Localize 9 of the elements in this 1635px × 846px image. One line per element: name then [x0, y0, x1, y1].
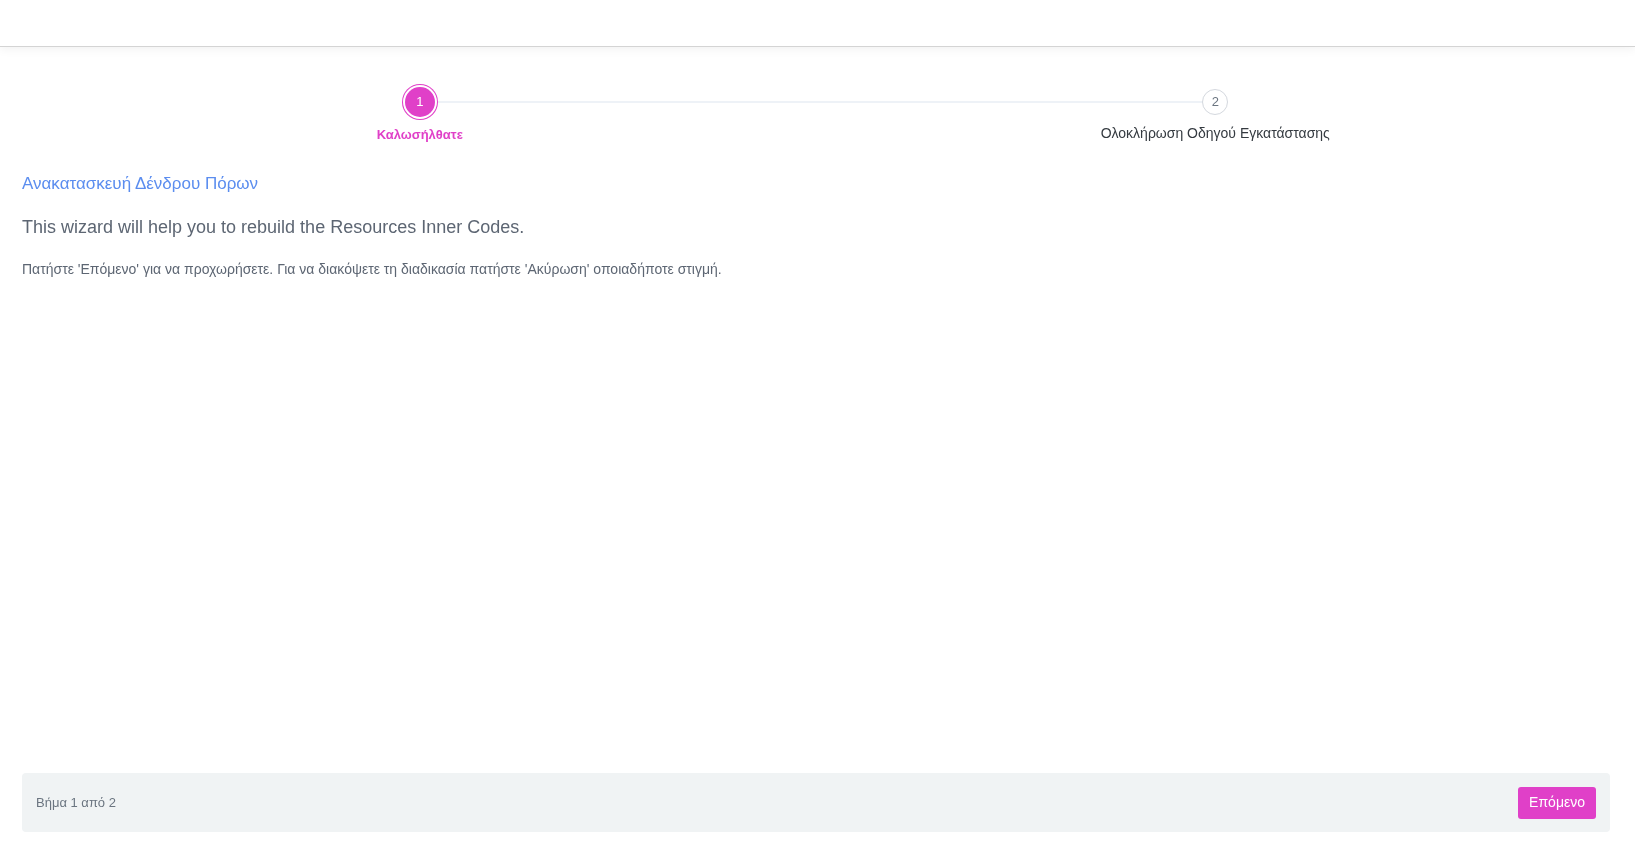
next-button[interactable]: Επόμενο	[1518, 786, 1596, 819]
wizard-title: Ανακατασκευή Δένδρου Πόρων	[22, 172, 259, 195]
step-label: Ολοκλήρωση Οδηγού Εγκατάστασης	[1100, 124, 1330, 143]
instructions-text: Πατήστε 'Επόμενο' για να προχωρήσετε. Για να διακόψετε τη διαδικασία πατήστε 'Ακύρωση' οποιαδήποτε στιγμή.	[22, 260, 722, 279]
step-label: Καλωσήλθατε	[376, 126, 463, 144]
step-number[interactable]: 1	[404, 87, 435, 117]
step-counter: Βήμα 1 από 2	[36, 793, 116, 812]
wizard-description: This wizard will help you to rebuild the Resources Inner Codes.	[22, 216, 525, 239]
step-number[interactable]: 2	[1202, 89, 1229, 115]
